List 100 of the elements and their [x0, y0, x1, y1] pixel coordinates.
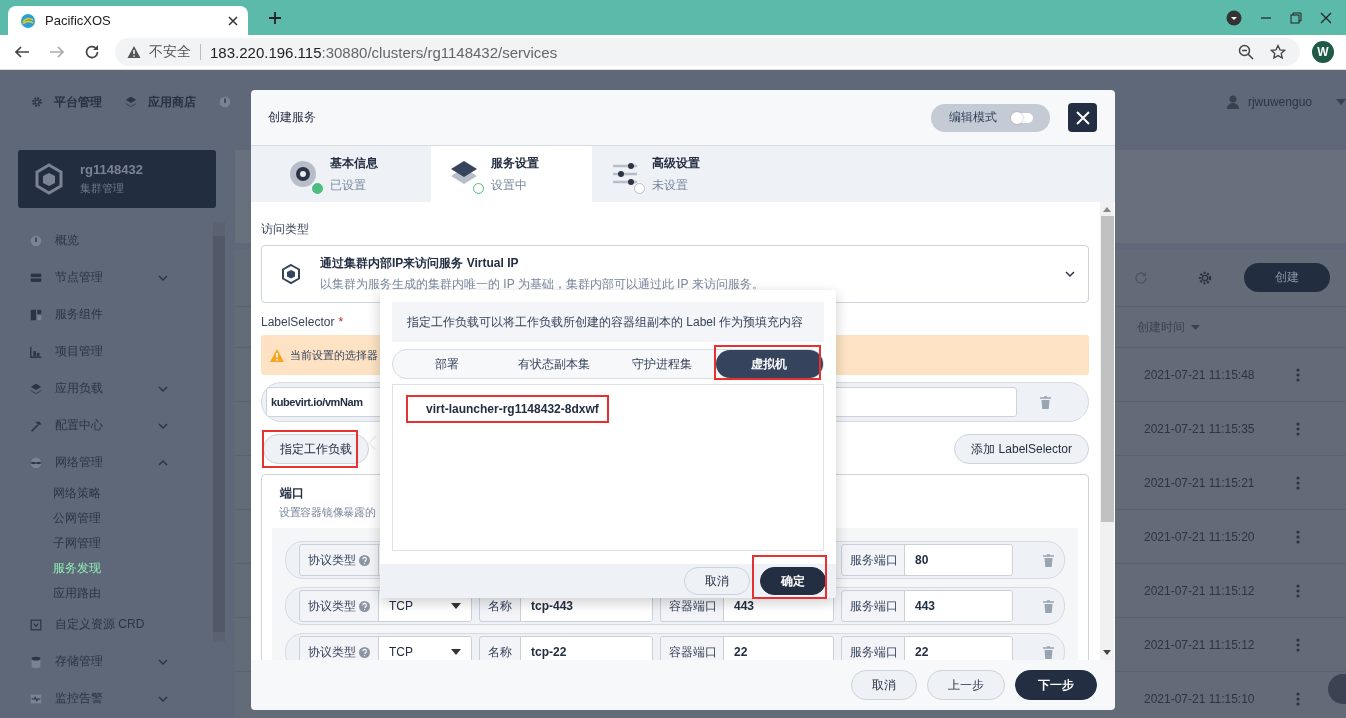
forward-icon[interactable] — [49, 44, 65, 60]
workload-tab[interactable]: 虚拟机 — [715, 350, 823, 378]
globe-icon — [20, 12, 36, 29]
field-label: 名称 — [487, 643, 513, 660]
database-icon — [29, 654, 43, 669]
step-status: 已设置 — [330, 176, 367, 194]
star-icon[interactable] — [1270, 44, 1286, 60]
step-title: 高级设置 — [652, 154, 700, 172]
disc-icon — [288, 158, 318, 189]
step-status: 设置中 — [491, 176, 528, 194]
grid-icon — [29, 307, 43, 322]
field-label: LabelSelector — [261, 315, 335, 329]
assign-workload-button[interactable]: 指定工作负载 — [263, 434, 369, 464]
plus-icon[interactable] — [268, 10, 282, 25]
more-icon[interactable] — [1296, 637, 1300, 652]
cluster-card[interactable]: rg1148432 集群管理 — [18, 150, 216, 208]
step-tab[interactable]: 服务设置 设置中 — [431, 146, 592, 202]
add-selector-button[interactable]: 添加 LabelSelector — [954, 434, 1089, 464]
section-description: 设置容器镜像暴露的 — [278, 505, 377, 520]
input-field[interactable]: 22 — [723, 637, 833, 660]
cube-icon — [280, 263, 302, 285]
workload-tab[interactable]: 部署 — [393, 350, 501, 378]
workload-tab[interactable]: 守护进程集 — [608, 350, 716, 378]
address-field[interactable]: 不安全 183.220.196.115:30880/clusters/rg1148432/services — [115, 38, 1300, 66]
warning-icon — [127, 45, 141, 59]
more-icon[interactable] — [1296, 583, 1300, 598]
step-tab[interactable]: 高级设置 未设置 — [592, 146, 753, 202]
step-title: 基本信息 — [330, 154, 378, 172]
cluster-subtitle: 集群管理 — [80, 181, 125, 196]
hint-text: 指定工作负载可以将工作负载所创建的容器组副本的 Label 作为预填充内容 — [392, 302, 824, 342]
field-label: 服务端口 — [849, 551, 899, 569]
edit-mode-toggle[interactable]: 编辑模式 — [931, 103, 1050, 132]
layers-icon — [124, 95, 138, 109]
input-field[interactable]: 22 — [904, 637, 1012, 660]
caret-icon[interactable] — [1226, 9, 1242, 26]
field-label: 名称 — [487, 597, 513, 615]
next-button[interactable]: 下一步 — [1015, 670, 1097, 700]
more-icon[interactable] — [1296, 691, 1300, 706]
field-label: 协议类型 — [300, 545, 378, 575]
more-icon[interactable] — [1296, 421, 1300, 436]
close-icon[interactable] — [1320, 11, 1332, 24]
down-arrow-icon — [1103, 650, 1111, 655]
create-button[interactable]: 创建 — [1244, 263, 1330, 292]
field-label: 服务端口 — [849, 643, 899, 660]
trash-icon[interactable] — [1043, 599, 1054, 613]
trash-icon[interactable] — [1043, 645, 1054, 659]
cluster-name: rg1148432 — [80, 162, 143, 177]
warning-text: 当前设置的选择器 — [290, 347, 378, 363]
avatar[interactable]: W — [1312, 41, 1334, 63]
step-status: 未设置 — [652, 176, 689, 194]
gauge-icon — [218, 95, 232, 109]
field-label: 容器端口 — [668, 597, 718, 615]
caret-icon — [451, 649, 461, 655]
list-item[interactable]: virt-launcher-rg1148432-8dxwf — [426, 402, 599, 416]
more-icon[interactable] — [1296, 475, 1300, 490]
help-icon — [359, 646, 370, 658]
chevron-down-icon — [1064, 268, 1076, 280]
dialog-title: 创建服务 — [268, 109, 316, 126]
field-label: 协议类型 — [300, 637, 378, 660]
option-description: 以集群为服务生成的集群内唯一的 IP 为基础，集群内部可以通过此 IP 来访问服务。 — [320, 276, 764, 293]
zoom-icon[interactable] — [1238, 44, 1254, 60]
more-icon[interactable] — [1296, 529, 1300, 544]
tab-title: PacificXOS — [45, 13, 112, 28]
submenu-item[interactable]: 服务发现 — [0, 556, 213, 581]
close-button[interactable] — [1068, 103, 1097, 132]
settings-icon[interactable] — [1197, 269, 1213, 286]
scrollbar[interactable] — [1100, 202, 1114, 660]
restore-icon[interactable] — [1290, 11, 1302, 24]
field-label: 协议类型 — [300, 591, 378, 621]
workload-tab[interactable]: 有状态副本集 — [500, 350, 608, 378]
trash-icon[interactable] — [1043, 553, 1054, 567]
section-title: 端口 — [279, 485, 305, 502]
field-label: 服务端口 — [849, 597, 899, 615]
more-icon[interactable] — [1296, 367, 1300, 382]
field-label: 容器端口 — [668, 643, 718, 660]
gauge-icon — [29, 233, 43, 248]
protocol-select[interactable]: TCP — [378, 637, 471, 660]
trash-icon[interactable] — [1040, 395, 1051, 409]
help-icon — [359, 600, 370, 612]
close-icon[interactable] — [228, 15, 238, 26]
input-field[interactable]: 80 — [904, 545, 1012, 575]
step-tab[interactable]: 基本信息 已设置 — [270, 146, 431, 202]
reload-icon[interactable] — [84, 44, 100, 60]
document-icon — [29, 617, 43, 632]
confirm-button[interactable]: 确定 — [760, 567, 826, 595]
cancel-button[interactable]: 取消 — [684, 567, 750, 595]
footer-button[interactable]: 上一步 — [927, 670, 1005, 700]
back-icon[interactable] — [14, 44, 30, 60]
input-field[interactable]: 443 — [904, 591, 1012, 621]
close-icon — [1075, 110, 1090, 125]
footer-button[interactable]: 取消 — [851, 670, 917, 700]
step-title: 服务设置 — [491, 154, 539, 172]
security-label: 不安全 — [149, 43, 191, 61]
up-arrow-icon — [1103, 207, 1111, 212]
globe-icon — [29, 455, 43, 470]
browser-tab[interactable]: PacificXOS — [8, 6, 248, 35]
caret-icon — [451, 603, 461, 609]
chart-icon — [29, 344, 43, 359]
help-icon — [359, 554, 370, 566]
input-field[interactable]: tcp-22 — [520, 637, 652, 660]
